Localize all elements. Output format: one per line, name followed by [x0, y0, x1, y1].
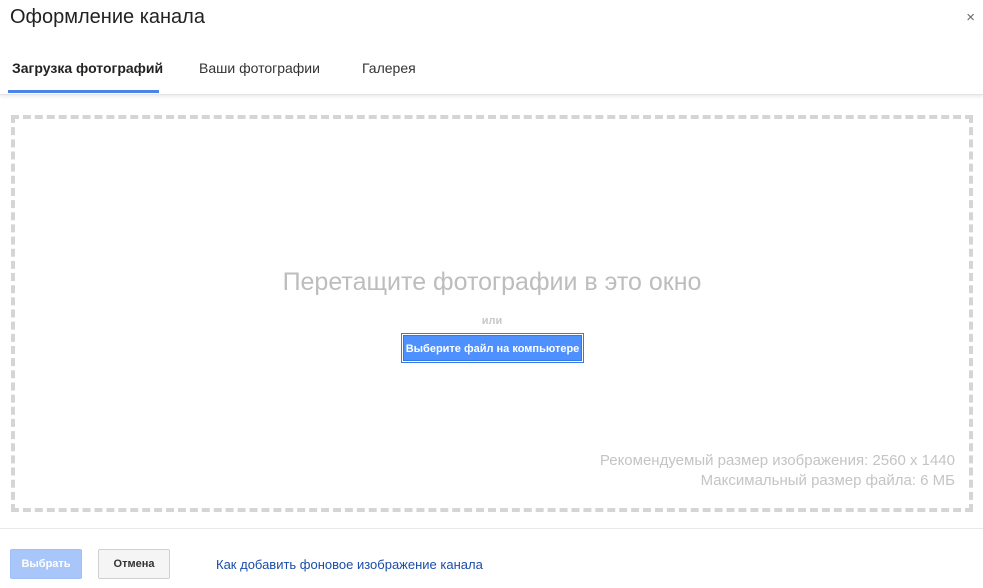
tab-your-photos[interactable]: Ваши фотографии — [199, 60, 320, 76]
max-file-size-hint: Максимальный размер файла: 6 МБ — [700, 472, 955, 489]
drop-zone[interactable]: Перетащите фотографии в это окно или Выб… — [11, 115, 973, 512]
tab-bar: Загрузка фотографий Ваши фотографии Гале… — [0, 40, 983, 95]
dialog-title: Оформление канала — [10, 6, 205, 28]
tab-upload-photos[interactable]: Загрузка фотографий — [12, 60, 163, 76]
tab-gallery[interactable]: Галерея — [362, 60, 416, 76]
drop-instruction: Перетащите фотографии в это окно — [282, 268, 702, 296]
choose-button[interactable]: Выбрать — [10, 549, 82, 579]
close-icon[interactable]: × — [966, 9, 975, 27]
footer-divider — [0, 528, 983, 529]
active-tab-indicator — [8, 90, 159, 93]
channel-art-dialog: Оформление канала × Загрузка фотографий … — [0, 0, 983, 588]
cancel-button[interactable]: Отмена — [98, 549, 170, 579]
help-link[interactable]: Как добавить фоновое изображение канала — [216, 557, 483, 572]
or-separator: или — [481, 315, 503, 327]
select-file-button[interactable]: Выберите файл на компьютере — [403, 335, 582, 361]
recommended-size-hint: Рекомендуемый размер изображения: 2560 x… — [599, 452, 955, 469]
